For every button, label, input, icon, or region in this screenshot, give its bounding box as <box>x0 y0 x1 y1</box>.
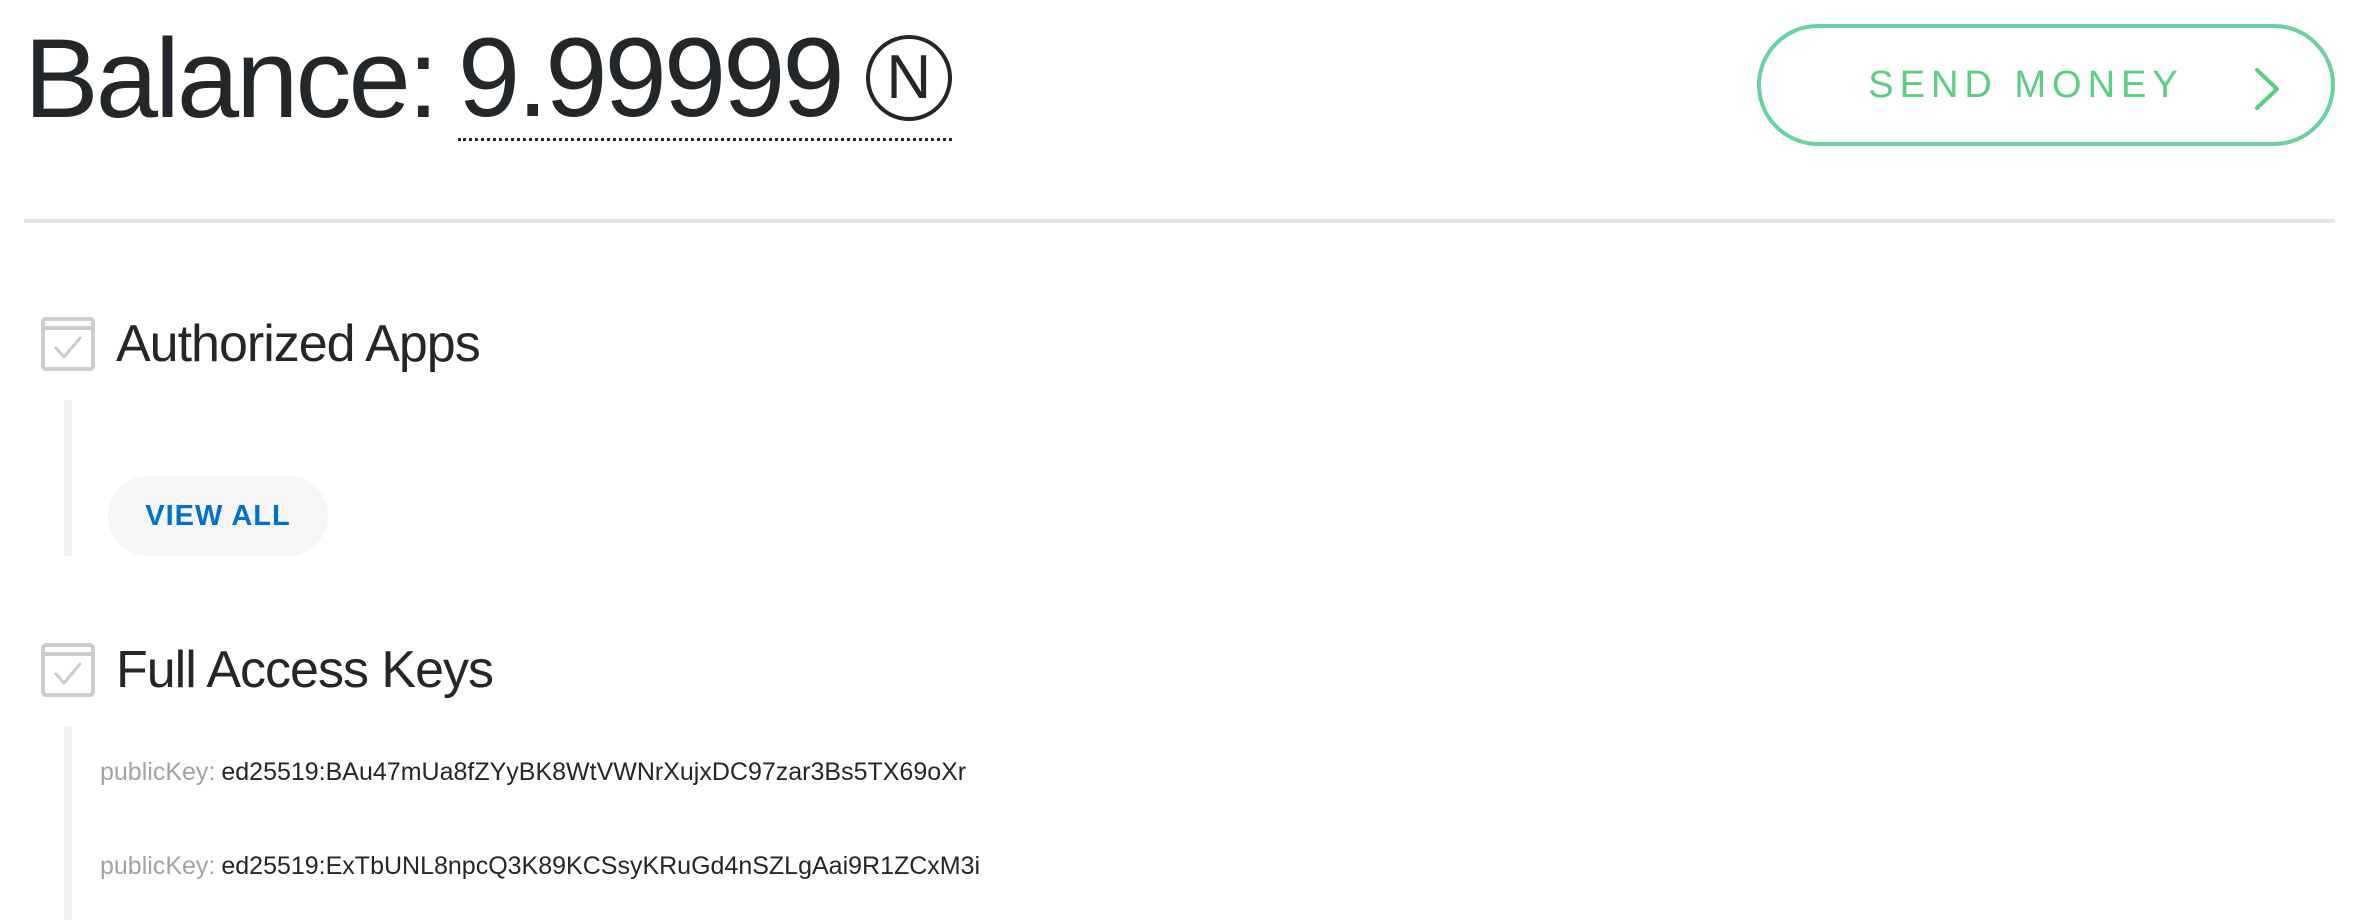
key-value: ed25519:BAu47mUa8fZYyBK8WtVWNrXujxDC97za… <box>221 758 967 786</box>
key-value: ed25519:ExTbUNL8npcQ3K89KCSsyKRuGd4nSZLg… <box>221 852 981 880</box>
key-label: publicKey: <box>100 758 216 786</box>
authorized-apps-header: Authorized Apps <box>40 314 481 374</box>
view-all-button[interactable]: VIEW ALL <box>108 476 328 556</box>
header-divider <box>24 219 2335 223</box>
key-label: publicKey: <box>100 852 216 880</box>
account-page: Balance: 9.99999 N SEND MONEY Authorized… <box>0 0 2362 920</box>
send-money-label: SEND MONEY <box>1868 63 2184 106</box>
balance-label: Balance: <box>24 16 439 141</box>
access-key-row: publicKey: ed25519:BAu47mUa8fZYyBK8WtVWNr… <box>100 758 966 787</box>
balance-amount[interactable]: 9.99999 N <box>457 14 952 141</box>
balance-value: 9.99999 <box>457 14 845 140</box>
access-key-row: publicKey: ed25519:ExTbUNL8npcQ3K89KCSsyK… <box>100 852 980 881</box>
checkbox-icon <box>41 317 95 371</box>
near-currency-icon: N <box>865 34 952 121</box>
full-access-keys-header: Full Access Keys <box>40 640 494 700</box>
checkbox-icon <box>41 643 95 697</box>
send-money-button[interactable]: SEND MONEY <box>1757 24 2335 146</box>
section-title: Full Access Keys <box>116 641 494 699</box>
section-title: Authorized Apps <box>116 315 481 373</box>
balance-display: Balance: 9.99999 N <box>24 14 952 144</box>
section-rail <box>64 400 72 556</box>
section-rail <box>64 726 72 920</box>
chevron-right-icon <box>2255 68 2279 110</box>
